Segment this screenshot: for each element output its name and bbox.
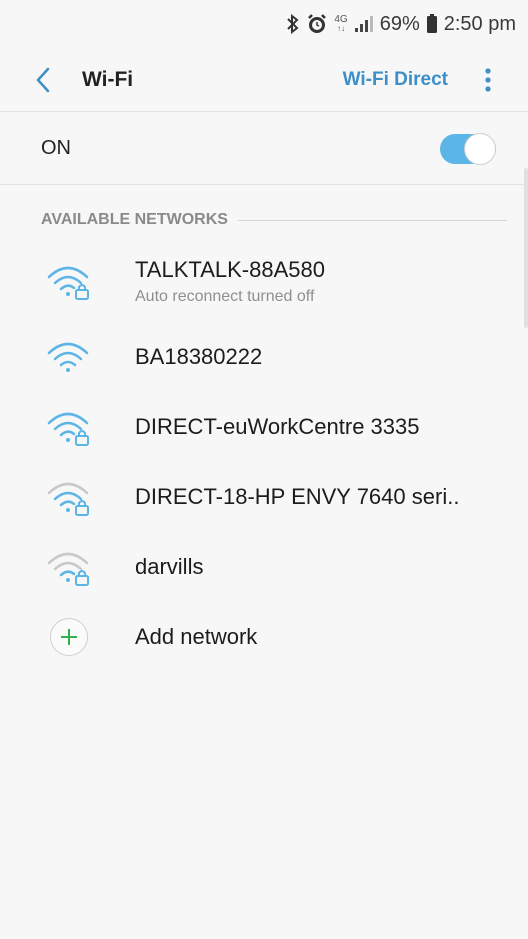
network-type: 4G ↑↓: [334, 14, 348, 34]
wifi-settings-screen: 4G ↑↓ 69% 2:50 pm Wi-Fi Wi-Fi Direct ON: [0, 0, 528, 939]
network-item[interactable]: darvills: [0, 532, 528, 602]
network-item[interactable]: DIRECT-18-HP ENVY 7640 seri..: [0, 462, 528, 532]
page-title: Wi-Fi: [82, 67, 134, 91]
add-network-button[interactable]: Add network: [0, 602, 528, 672]
bluetooth-icon: [286, 14, 300, 34]
wifi-weak-secured-icon: [46, 477, 96, 517]
section-divider: [237, 219, 507, 221]
network-activity: ↑↓: [337, 24, 346, 33]
plus-icon: [50, 618, 88, 656]
network-item[interactable]: DIRECT-euWorkCentre 3335: [0, 392, 528, 462]
more-vert-icon: [485, 67, 491, 92]
wifi-toggle-label: ON: [41, 137, 71, 159]
wifi-direct-button[interactable]: Wi-Fi Direct: [343, 69, 448, 91]
wifi-toggle-row[interactable]: ON: [0, 113, 528, 185]
add-network-label: Add network: [135, 624, 258, 649]
available-networks-header: AVAILABLE NETWORKS: [41, 204, 507, 236]
network-name: DIRECT-18-HP ENVY 7640 seri..: [135, 484, 460, 509]
network-list: TALKTALK-88A580 Auto reconnect turned of…: [0, 240, 528, 672]
network-type-label: 4G: [334, 14, 348, 25]
wifi-icon: [46, 337, 96, 377]
app-bar: Wi-Fi Wi-Fi Direct: [0, 48, 528, 112]
network-name: BA18380222: [135, 344, 263, 369]
network-status: Auto reconnect turned off: [135, 287, 315, 305]
status-bar: 4G ↑↓ 69% 2:50 pm: [0, 0, 528, 48]
wifi-weak-secured-icon: [46, 547, 96, 587]
more-options-button[interactable]: [470, 48, 506, 112]
alarm-icon: [306, 13, 328, 35]
battery-percent: 69%: [379, 12, 420, 35]
wifi-secured-icon: [46, 407, 96, 447]
signal-icon: [354, 15, 374, 33]
network-name: DIRECT-euWorkCentre 3335: [135, 414, 420, 439]
network-item[interactable]: BA18380222: [0, 322, 528, 392]
network-name: TALKTALK-88A580: [135, 256, 325, 282]
network-item[interactable]: TALKTALK-88A580 Auto reconnect turned of…: [0, 240, 528, 322]
wifi-toggle-switch[interactable]: [440, 132, 496, 165]
network-name: darvills: [135, 554, 204, 579]
chevron-left-icon: [36, 67, 50, 92]
back-button[interactable]: [16, 48, 70, 112]
toggle-knob: [464, 132, 496, 165]
section-title: AVAILABLE NETWORKS: [41, 211, 228, 228]
wifi-secured-icon: [46, 261, 96, 301]
clock: 2:50 pm: [443, 12, 516, 35]
battery-icon: [426, 14, 438, 34]
